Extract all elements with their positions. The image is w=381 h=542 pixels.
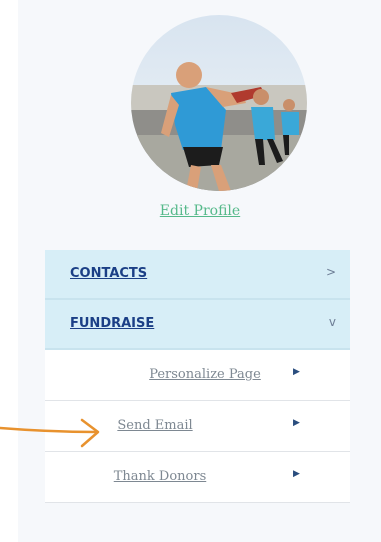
caret-right-icon: ▶ bbox=[293, 469, 300, 479]
profile-avatar[interactable] bbox=[131, 15, 307, 191]
annotation-arrow-icon bbox=[0, 418, 100, 448]
submenu-item-personalize-page[interactable]: Personalize Page ▶ bbox=[45, 350, 350, 401]
submenu-item-label: Thank Donors bbox=[113, 469, 207, 484]
chevron-right-icon: > bbox=[325, 265, 336, 279]
menu-item-label: FUNDRAISE bbox=[70, 316, 155, 331]
submenu-item-label: Personalize Page bbox=[149, 367, 261, 382]
avatar-photo bbox=[131, 15, 307, 191]
menu-item-fundraise[interactable]: FUNDRAISE v bbox=[45, 300, 350, 350]
profile-sidebar: Edit Profile CONTACTS > FUNDRAISE v Pers… bbox=[18, 0, 381, 542]
caret-right-icon: ▶ bbox=[293, 367, 300, 377]
sidebar-menu: CONTACTS > FUNDRAISE v Personalize Page … bbox=[45, 250, 350, 503]
chevron-down-icon: v bbox=[328, 315, 336, 329]
submenu-item-thank-donors[interactable]: Thank Donors ▶ bbox=[45, 452, 350, 503]
menu-item-label: CONTACTS bbox=[70, 266, 148, 281]
edit-profile-link[interactable]: Edit Profile bbox=[0, 203, 381, 219]
caret-right-icon: ▶ bbox=[293, 418, 300, 428]
menu-item-contacts[interactable]: CONTACTS > bbox=[45, 250, 350, 300]
